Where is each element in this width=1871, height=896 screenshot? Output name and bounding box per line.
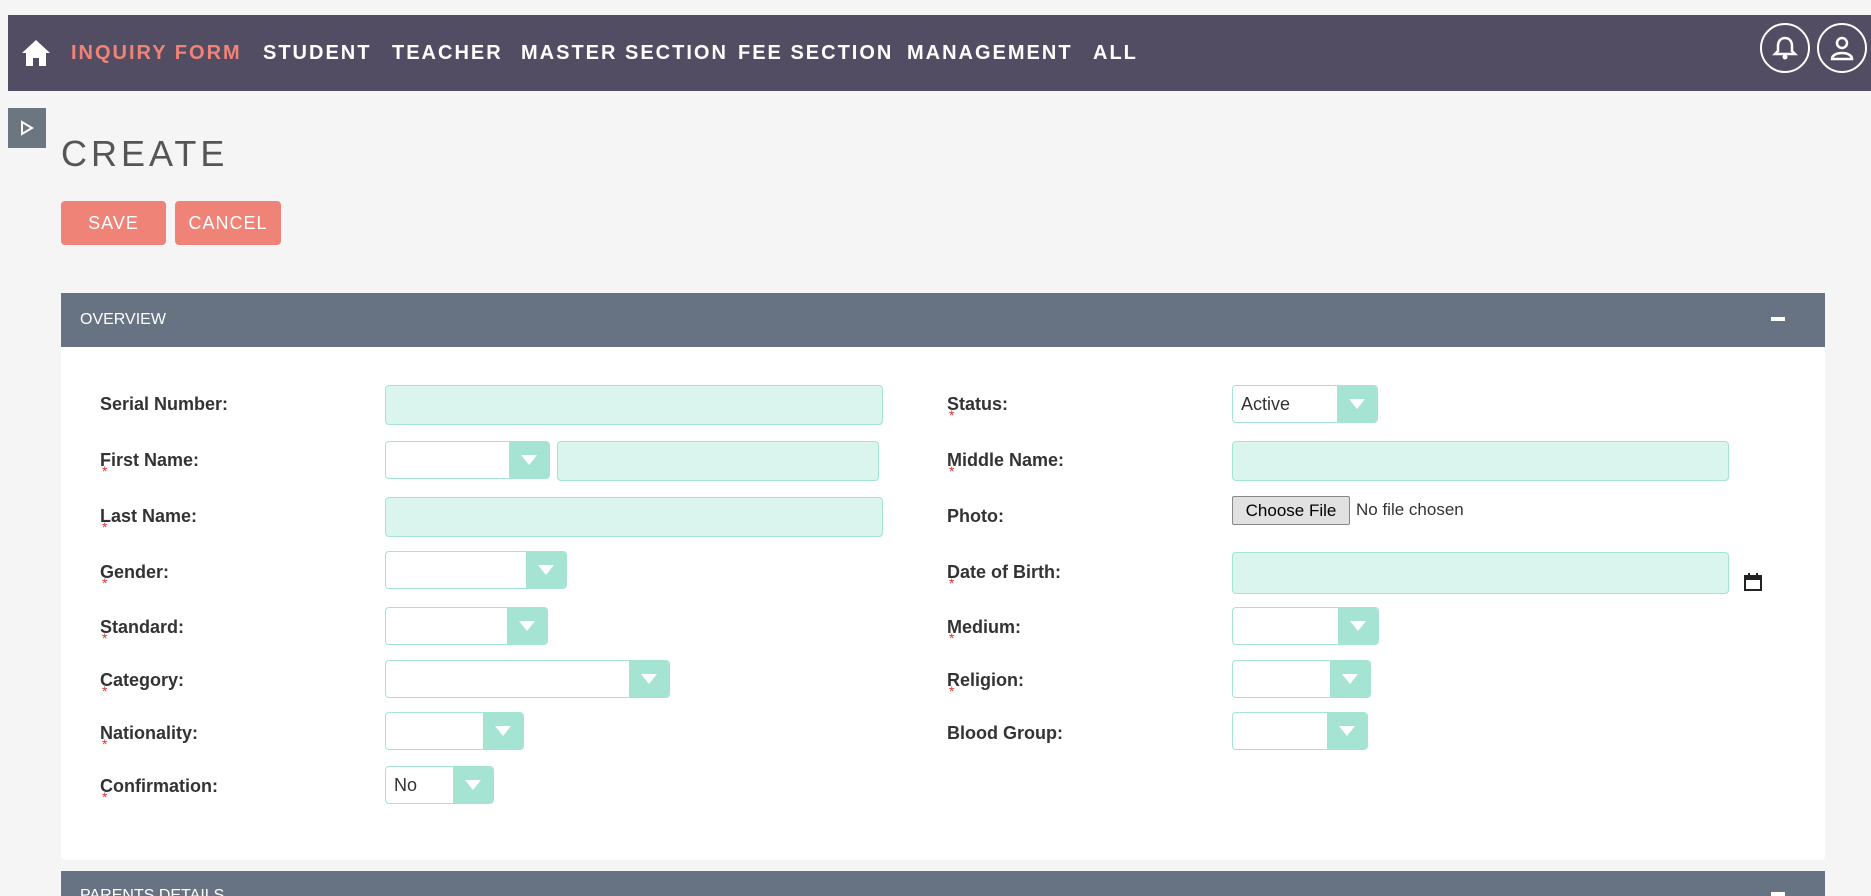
religion-label: Religion: [947,670,1024,690]
collapse-icon[interactable] [1771,892,1785,896]
gender-select[interactable] [385,551,567,589]
blood-group-select[interactable] [1232,712,1368,750]
required-marker: * [102,575,108,591]
required-marker: * [102,463,108,479]
required-marker: * [102,630,108,646]
parents-details-panel-header[interactable]: PARENTS DETAILS [61,871,1825,896]
middle-name-label: Middle Name: [947,450,1065,470]
nationality-select[interactable] [385,712,524,750]
required-marker: * [949,407,955,423]
page-title: CREATE [61,133,229,174]
blood-group-label: Blood Group: [947,723,1063,743]
user-profile-icon[interactable] [1817,23,1867,73]
dropdown-arrow-icon [526,552,566,588]
category-select[interactable] [385,660,670,698]
confirmation-select[interactable]: No [385,766,494,804]
dropdown-arrow-icon [1330,661,1370,697]
gender-label: Gender: [100,562,170,582]
dropdown-arrow-icon [483,713,523,749]
nav-item-master-section[interactable]: MASTER SECTION [521,42,728,65]
middle-name-input[interactable] [1232,441,1729,481]
notification-bell-icon[interactable] [1760,23,1810,73]
status-select[interactable]: Active [1232,385,1378,423]
serial-number-input[interactable] [385,385,883,425]
confirmation-label: Confirmation: [100,776,218,796]
status-label: Status: [947,394,1009,414]
status-value: Active [1241,394,1291,414]
religion-select[interactable] [1232,660,1371,698]
file-status-text: No file chosen [1356,500,1464,519]
nav-item-management[interactable]: MANAGEMENT [907,42,1073,65]
required-marker: * [102,683,108,699]
nav-item-teacher[interactable]: TEACHER [392,42,503,65]
date-of-birth-label: Date of Birth: [947,562,1061,582]
nav-item-inquiry-form[interactable]: INQUIRY FORM [71,42,242,65]
calendar-icon[interactable] [1743,572,1763,592]
last-name-input[interactable] [385,497,883,537]
dropdown-arrow-icon [453,767,493,803]
nationality-label: Nationality: [100,723,199,743]
required-marker: * [102,789,108,805]
photo-label: Photo: [947,506,1004,526]
home-icon[interactable] [20,38,52,68]
dropdown-arrow-icon [507,608,547,644]
collapse-icon[interactable] [1771,317,1785,321]
sidebar-toggle-button[interactable] [8,108,46,148]
required-marker: * [949,630,955,646]
nav-item-fee-section[interactable]: FEE SECTION [738,42,893,65]
medium-select[interactable] [1232,607,1379,645]
category-label: Category: [100,670,185,690]
top-navbar: INQUIRY FORM STUDENT TEACHER MASTER SECT… [8,15,1871,91]
required-marker: * [949,463,955,479]
confirmation-value: No [394,775,418,795]
dropdown-arrow-icon [1337,386,1377,422]
required-marker: * [102,736,108,752]
parents-details-panel-title: PARENTS DETAILS [80,887,225,896]
required-marker: * [949,683,955,699]
dropdown-arrow-icon [629,661,669,697]
first-name-label: First Name: [100,450,200,470]
play-arrow-icon [21,120,34,136]
standard-label: Standard: [100,617,185,637]
last-name-label: Last Name: [100,506,198,526]
required-marker: * [949,575,955,591]
nav-item-student[interactable]: STUDENT [263,42,371,65]
nav-item-all[interactable]: ALL [1093,42,1138,65]
standard-select[interactable] [385,607,548,645]
dropdown-arrow-icon [1338,608,1378,644]
dropdown-arrow-icon [1327,713,1367,749]
cancel-button[interactable]: CANCEL [175,201,281,245]
medium-label: Medium: [947,617,1021,637]
save-button[interactable]: SAVE [61,201,166,245]
first-name-input[interactable] [557,441,879,481]
overview-panel-title: OVERVIEW [80,311,166,328]
overview-panel-header[interactable]: OVERVIEW [61,293,1825,348]
salutation-select[interactable] [385,441,550,479]
date-of-birth-input[interactable] [1232,552,1729,594]
choose-file-button[interactable]: Choose File [1232,496,1350,525]
overview-panel-body [61,347,1825,860]
required-marker: * [102,519,108,535]
dropdown-arrow-icon [509,442,549,478]
serial-number-label: Serial Number: [100,394,229,414]
